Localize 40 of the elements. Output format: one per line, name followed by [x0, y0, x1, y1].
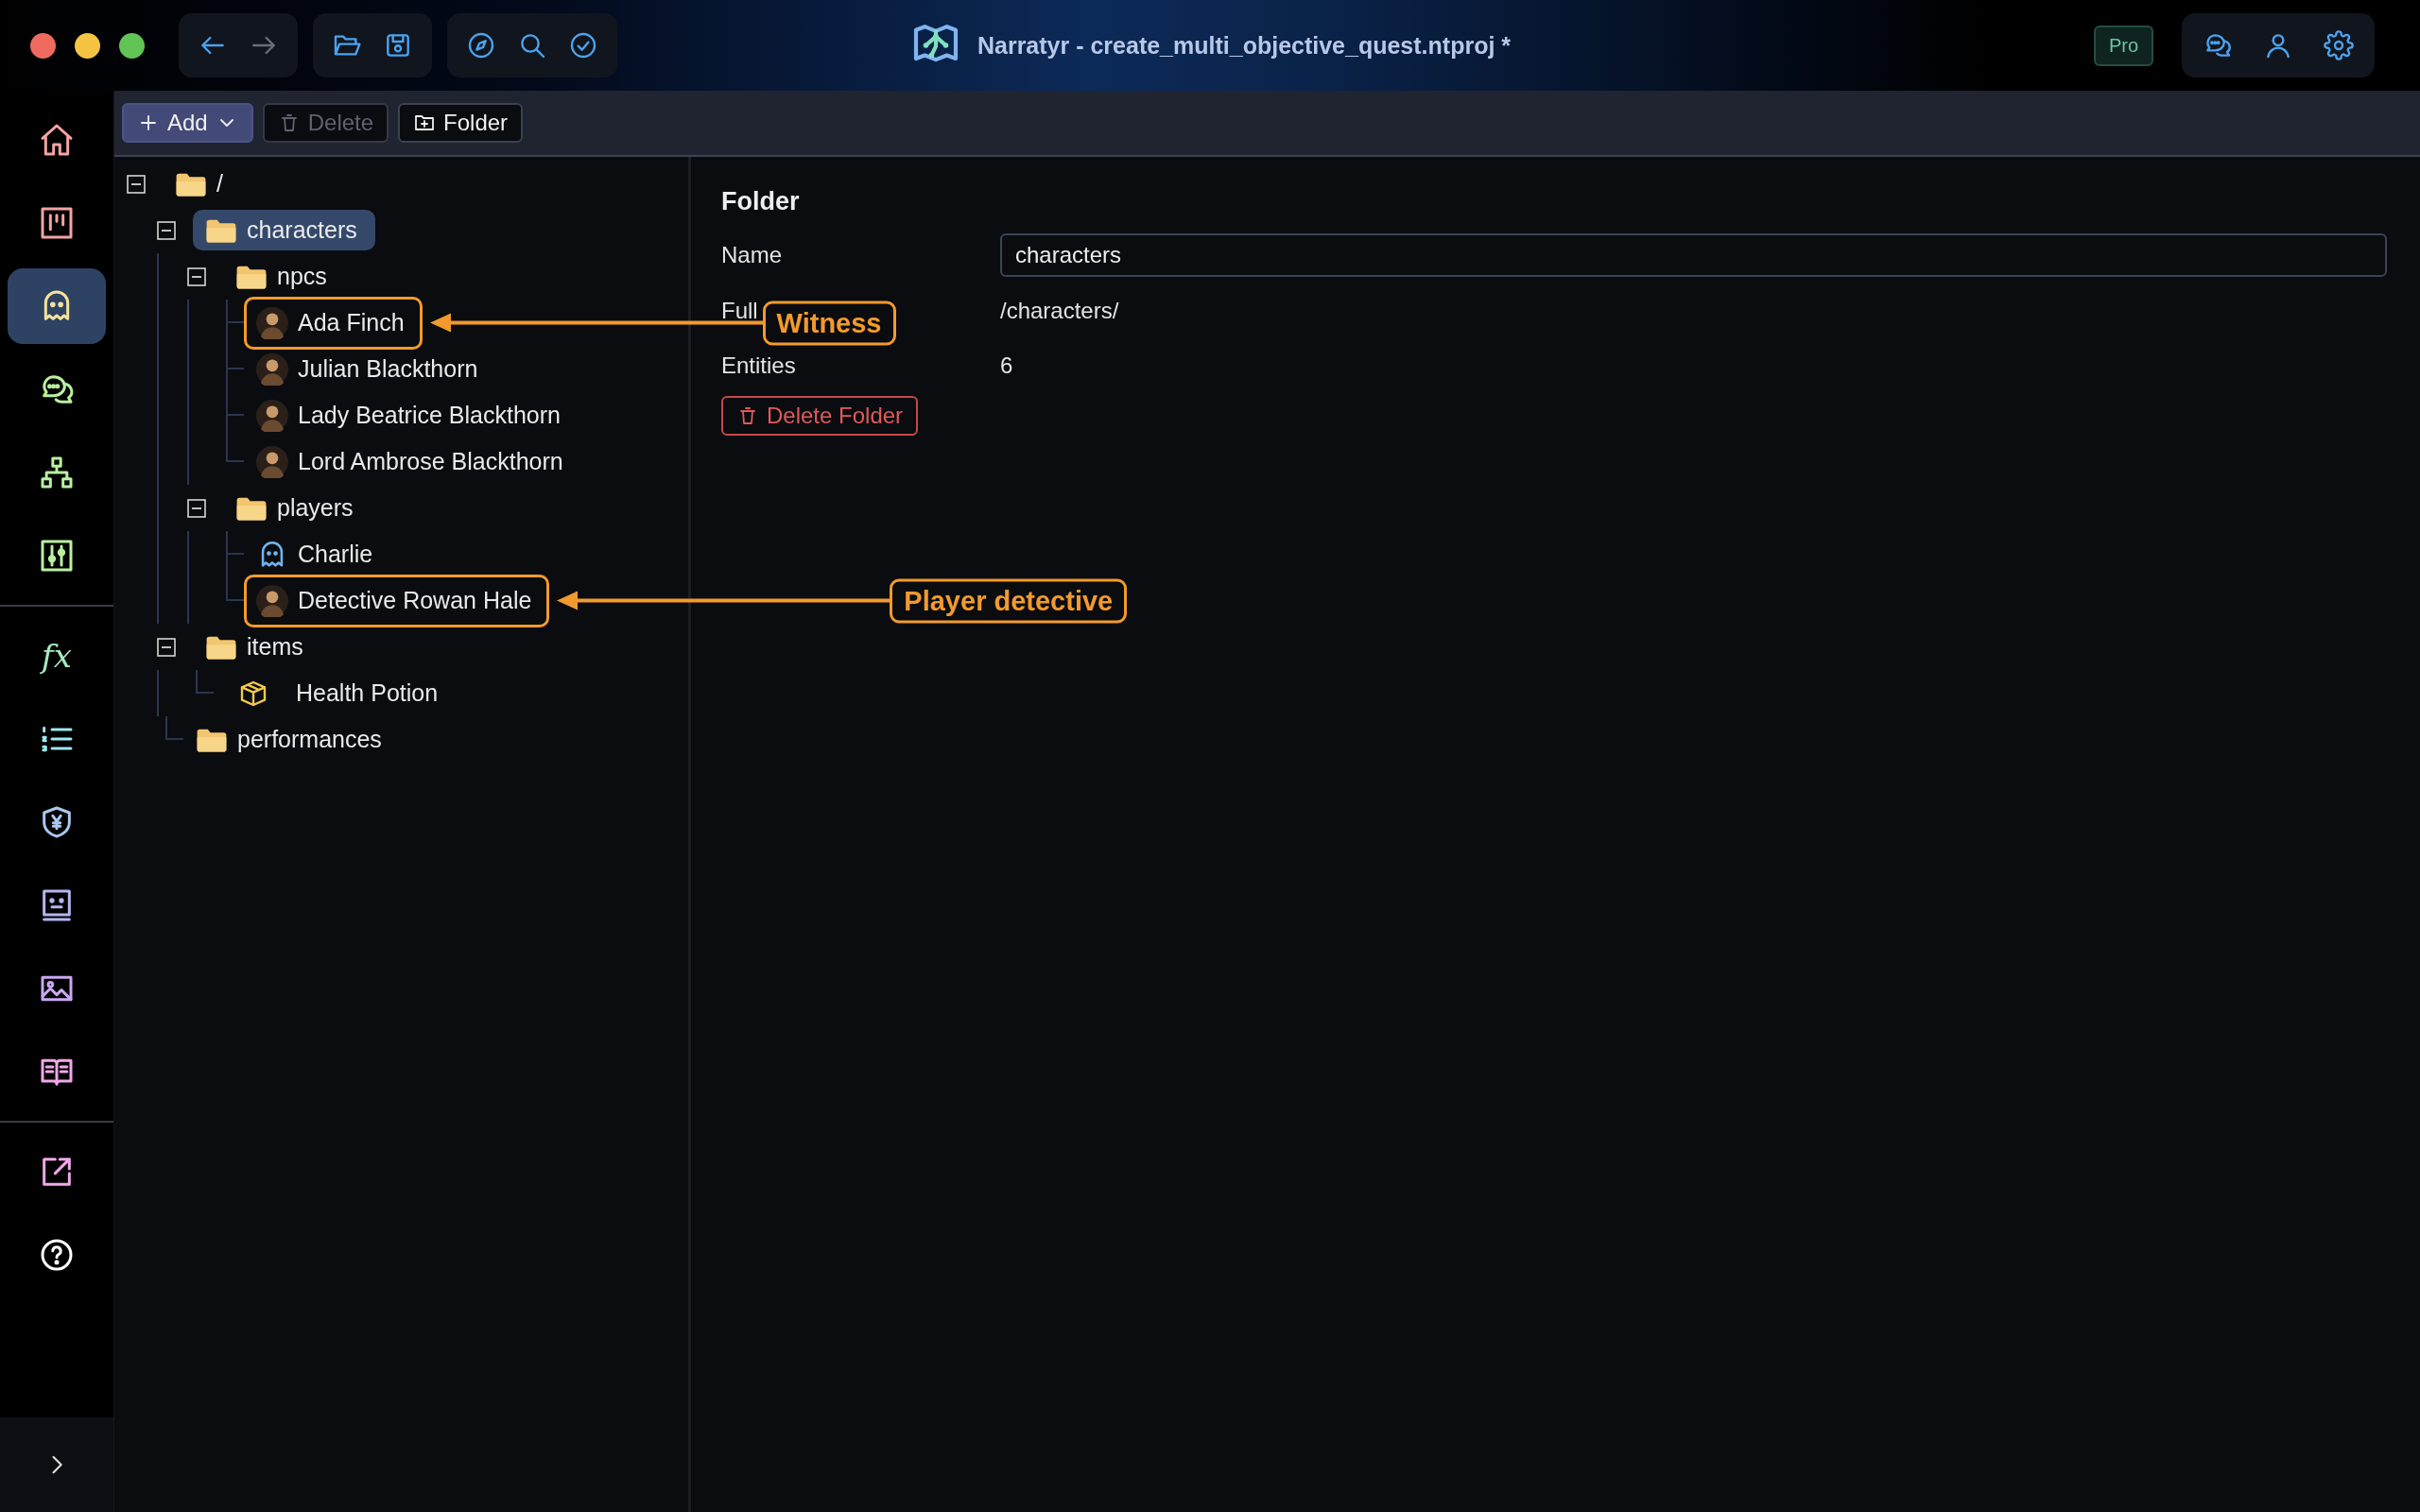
collapse-toggle[interactable]: [157, 220, 176, 240]
tree-item[interactable]: /: [163, 163, 241, 204]
window-title: Narratyr - create_multi_objective_quest.ntproj *: [977, 31, 1512, 60]
tree-item[interactable]: Ada Finch: [244, 296, 423, 350]
tree-item[interactable]: Health Potion: [214, 664, 457, 722]
minimize-window-button[interactable]: [75, 32, 100, 59]
tree-item[interactable]: players: [223, 488, 372, 528]
delete-folder-button[interactable]: Delete Folder: [721, 396, 919, 436]
functions-button[interactable]: fx: [8, 618, 106, 694]
tree-item[interactable]: Detective Rowan Hale: [244, 574, 550, 627]
add-button[interactable]: Add: [122, 103, 253, 143]
collapse-toggle[interactable]: [187, 498, 206, 518]
tree-item[interactable]: items: [193, 627, 321, 667]
field-value: /characters/: [1000, 297, 1120, 325]
callout-label: Witness: [762, 301, 896, 345]
name-field[interactable]: characters: [1000, 233, 2387, 277]
field-label: Name: [721, 241, 783, 269]
field-value: 6: [1000, 352, 1014, 380]
tree-item[interactable]: npcs: [223, 256, 345, 297]
tree-item[interactable]: performances: [183, 719, 400, 760]
avatar-icon: [256, 584, 288, 617]
avatar-icon: [256, 352, 288, 386]
maximize-window-button[interactable]: [119, 32, 145, 59]
close-window-button[interactable]: [30, 32, 56, 59]
tree-item[interactable]: Lady Beatrice Blackthorn: [244, 392, 579, 438]
collapse-toggle[interactable]: [187, 266, 206, 286]
avatar-icon: [256, 306, 288, 339]
field-label: Full: [721, 297, 758, 325]
collapse-toggle[interactable]: [127, 174, 146, 194]
field-label: Entities: [721, 352, 796, 380]
tree-item[interactable]: Lord Ambrose Blackthorn: [244, 438, 581, 485]
collapse-toggle[interactable]: [157, 637, 176, 657]
avatar-icon: [256, 399, 288, 432]
plan-badge: Pro: [2093, 25, 2153, 66]
callout-label: Player detective: [890, 578, 1128, 623]
ghost-icon[interactable]: [8, 268, 106, 344]
folder-button[interactable]: Folder: [398, 103, 524, 143]
tree-item[interactable]: characters: [193, 210, 375, 250]
panel-title: Folder: [721, 187, 801, 216]
avatar-icon: [256, 445, 288, 478]
